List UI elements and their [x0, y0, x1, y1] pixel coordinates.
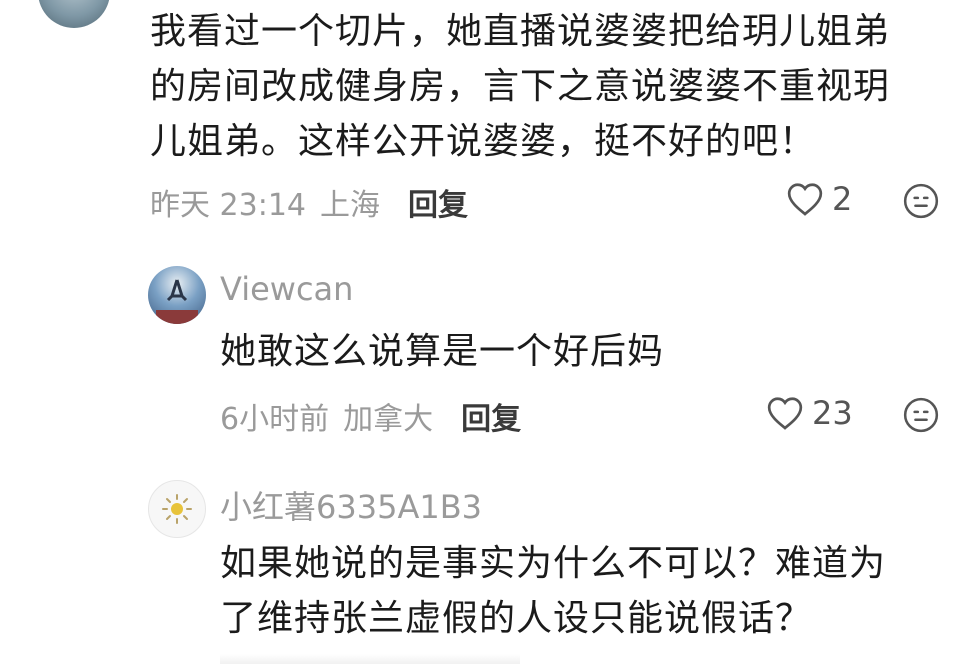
like-count: 2 [832, 180, 853, 218]
avatar[interactable] [148, 480, 206, 538]
comment-line: 如果她说的是事实为什么不可以？难道为 [220, 543, 887, 584]
emoji-button[interactable] [902, 182, 940, 220]
avatar-image [156, 279, 198, 324]
avatar[interactable] [148, 266, 206, 324]
username[interactable]: 小红薯6335A1B3 [220, 482, 482, 528]
comment-text: 我看过一个切片，她直播说婆婆把给玥儿姐弟 的房间改成健身房，言下之意说婆婆不重视… [150, 4, 950, 169]
comment-time: 6小时前 [220, 402, 330, 437]
heart-icon [787, 183, 823, 216]
comment-location: 上海 [320, 188, 380, 223]
cropped-meta-row [220, 654, 520, 664]
comment-line: 儿姐弟。这样公开说婆婆，挺不好的吧！ [150, 121, 817, 162]
avatar[interactable] [38, 0, 110, 28]
comment-location: 加拿大 [343, 402, 434, 437]
emoji-icon [903, 183, 939, 219]
reply-button[interactable]: 回复 [461, 394, 521, 438]
like-button[interactable]: 23 [766, 394, 853, 432]
emoji-icon [903, 397, 939, 433]
sun-avatar-icon [162, 494, 192, 524]
comment-line: 了维持张兰虚假的人设只能说假话？ [220, 598, 813, 639]
comment-line: 的房间改成健身房，言下之意说婆婆不重视玥 [150, 66, 891, 107]
comment-line: 我看过一个切片，她直播说婆婆把给玥儿姐弟 [150, 11, 891, 52]
comment-text: 如果她说的是事实为什么不可以？难道为 了维持张兰虚假的人设只能说假话？ [220, 536, 950, 646]
username[interactable]: Viewcan [220, 270, 353, 308]
like-count: 23 [812, 394, 853, 432]
comment-time: 昨天 23:14 [150, 188, 306, 223]
comment-meta: 6小时前 加拿大 回复 [220, 394, 521, 438]
emoji-button[interactable] [902, 396, 940, 434]
reply-button[interactable]: 回复 [408, 180, 468, 224]
heart-icon [767, 397, 803, 430]
comment-meta: 昨天 23:14 上海 回复 [150, 180, 468, 224]
like-button[interactable]: 2 [786, 180, 852, 218]
comment-text: 她敢这么说算是一个好后妈 [220, 331, 665, 372]
